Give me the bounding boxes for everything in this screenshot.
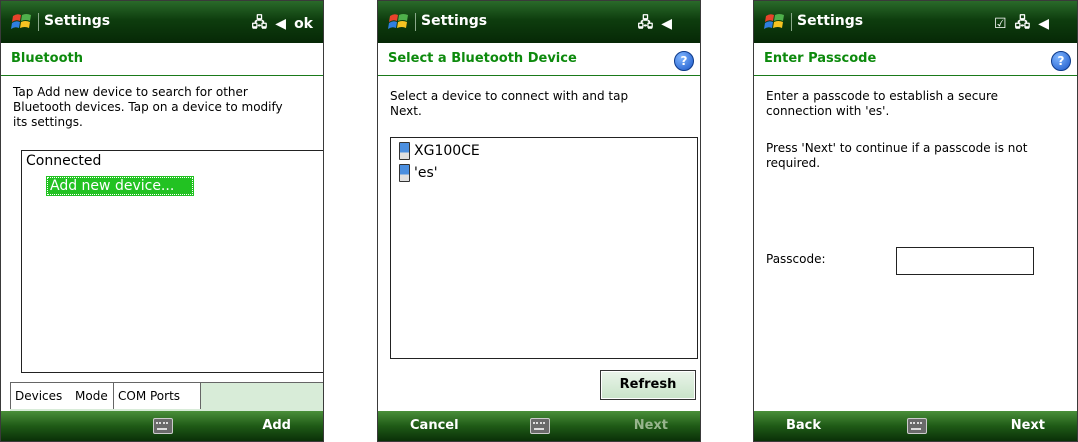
title-separator: [415, 13, 416, 31]
speaker-icon[interactable]: ◀︎: [275, 16, 286, 32]
start-icon[interactable]: [11, 11, 33, 33]
device-name: 'es': [414, 165, 438, 181]
instruction-line: Bluetooth devices. Tap on a device to mo…: [13, 100, 283, 114]
title-bar: Settings 🖧 ◀︎: [378, 1, 700, 43]
bluetooth-settings-screen: Settings 🖧 ◀︎ ok Bluetooth Tap Add new d…: [0, 0, 324, 442]
start-icon[interactable]: [388, 11, 410, 33]
instructions: Select a device to connect with and tap …: [390, 89, 628, 119]
note-text: Press 'Next' to continue if a passcode i…: [766, 141, 1027, 171]
passcode-input[interactable]: [896, 247, 1034, 275]
notification-icon[interactable]: ☑: [994, 16, 1007, 32]
connectivity-icon[interactable]: 🖧: [252, 12, 268, 36]
refresh-button[interactable]: Refresh: [600, 370, 696, 400]
note-line: Press 'Next' to continue if a passcode i…: [766, 141, 1028, 155]
instructions: Tap Add new device to search for other B…: [13, 85, 283, 130]
ok-button[interactable]: ok: [294, 16, 313, 32]
add-new-device-item[interactable]: Add new device...: [46, 176, 194, 196]
back-softkey[interactable]: Back: [786, 418, 821, 433]
device-name: XG100CE: [414, 143, 480, 159]
start-icon[interactable]: [764, 11, 786, 33]
page-header: Select a Bluetooth Device ?: [378, 43, 700, 76]
page-title: Enter Passcode: [764, 51, 877, 66]
phone-icon: [399, 142, 410, 160]
softkey-bar: Back Next: [754, 411, 1077, 441]
title-separator: [38, 13, 39, 31]
page-title: Bluetooth: [11, 51, 83, 66]
softkey-bar: Cancel Next: [378, 411, 700, 441]
instruction-line: connection with 'es'.: [766, 104, 890, 118]
instructions: Enter a passcode to establish a secure c…: [766, 89, 998, 119]
device-list[interactable]: Connected Add new device...: [21, 150, 323, 373]
tab-mode[interactable]: Mode: [71, 383, 114, 409]
app-title: Settings: [44, 13, 111, 29]
connectivity-icon[interactable]: 🖧: [638, 12, 654, 36]
instruction-line: Tap Add new device to search for other: [13, 85, 248, 99]
speaker-icon[interactable]: ◀︎: [1038, 16, 1049, 32]
title-bar: Settings ☑ 🖧 ◀︎: [754, 1, 1077, 43]
keyboard-icon[interactable]: [153, 418, 173, 434]
list-item[interactable]: XG100CE: [399, 142, 480, 160]
passcode-label: Passcode:: [766, 252, 826, 266]
keyboard-icon[interactable]: [530, 418, 550, 434]
instruction-line: its settings.: [13, 115, 83, 129]
app-title: Settings: [797, 13, 864, 29]
select-device-screen: Settings 🖧 ◀︎ Select a Bluetooth Device …: [377, 0, 701, 442]
next-softkey[interactable]: Next: [1011, 418, 1045, 433]
help-icon[interactable]: ?: [674, 51, 694, 71]
page-title: Select a Bluetooth Device: [388, 51, 577, 66]
keyboard-icon[interactable]: [906, 418, 927, 434]
device-list[interactable]: XG100CE 'es': [390, 137, 698, 359]
next-softkey[interactable]: Next: [634, 418, 668, 433]
tab-strip: Devices Mode COM Ports: [10, 382, 323, 411]
connectivity-icon[interactable]: 🖧: [1015, 12, 1031, 36]
softkey-bar: Add: [1, 411, 323, 441]
app-title: Settings: [421, 13, 488, 29]
tab-com-ports[interactable]: COM Ports: [114, 383, 201, 409]
instruction-line: Enter a passcode to establish a secure: [766, 89, 998, 103]
add-softkey[interactable]: Add: [262, 418, 291, 433]
instruction-line: Next.: [390, 104, 422, 118]
page-header: Enter Passcode ?: [754, 43, 1077, 76]
title-bar: Settings 🖧 ◀︎ ok: [1, 1, 323, 43]
cancel-softkey[interactable]: Cancel: [410, 418, 459, 433]
phone-icon: [399, 164, 410, 182]
list-item[interactable]: 'es': [399, 164, 438, 182]
instruction-line: Select a device to connect with and tap: [390, 89, 629, 103]
note-line: required.: [766, 156, 821, 170]
page-header: Bluetooth: [1, 43, 323, 76]
tab-devices[interactable]: Devices: [10, 383, 72, 409]
list-group-connected: Connected: [26, 153, 102, 169]
enter-passcode-screen: Settings ☑ 🖧 ◀︎ Enter Passcode ? Enter a…: [753, 0, 1078, 442]
title-separator: [791, 13, 792, 31]
help-icon[interactable]: ?: [1051, 51, 1071, 71]
speaker-icon[interactable]: ◀︎: [661, 16, 672, 32]
